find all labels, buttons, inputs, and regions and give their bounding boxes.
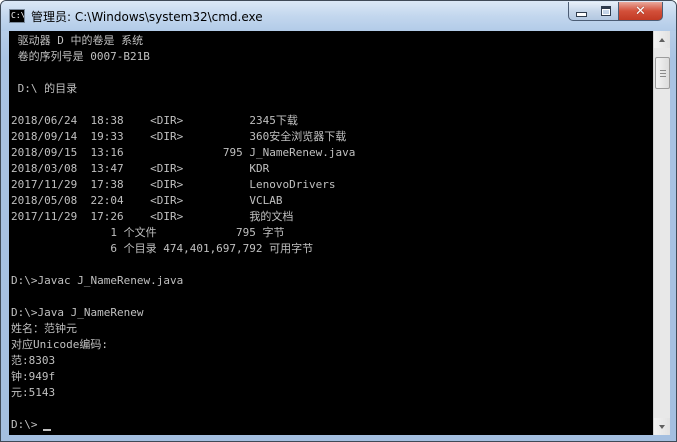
text-cursor	[43, 429, 51, 431]
window-title: 管理员: C:\Windows\system32\cmd.exe	[31, 10, 263, 24]
console-line: 卷的序列号是 0007-B21B	[11, 50, 150, 63]
scroll-down-button[interactable]	[654, 418, 670, 435]
prompt-line: D:\>	[11, 418, 38, 431]
maximize-icon	[600, 6, 611, 16]
grip-icon	[659, 75, 666, 77]
console-line: 2018/05/08 22:04 <DIR> VCLAB	[11, 194, 283, 207]
close-icon: ✕	[635, 3, 646, 19]
console-line: 姓名：范钟元	[11, 322, 77, 335]
console-line: 1 个文件 795 字节	[11, 226, 285, 239]
console-line: 2018/09/15 13:16 795 J_NameRenew.java	[11, 146, 356, 159]
vertical-scrollbar[interactable]	[653, 31, 670, 435]
cmd-icon[interactable]: C:\	[9, 9, 25, 23]
console-line: D:\>Java J_NameRenew	[11, 306, 144, 319]
minimize-button[interactable]	[568, 2, 594, 21]
console-line: 2018/09/14 19:33 <DIR> 360安全浏览器下载	[11, 130, 347, 143]
grip-icon	[659, 69, 666, 71]
console-line: D:\>Javac J_NameRenew.java	[11, 274, 184, 287]
console-line: 驱动器 D 中的卷是 系统	[11, 34, 144, 47]
console-line: 2018/03/08 13:47 <DIR> KDR	[11, 162, 270, 175]
console-line: 对应Unicode编码:	[11, 338, 108, 351]
scroll-up-button[interactable]	[654, 31, 670, 48]
console-line: 2017/11/29 17:38 <DIR> LenovoDrivers	[11, 178, 336, 191]
console-line: 范:8303	[11, 354, 56, 367]
scroll-thumb[interactable]	[655, 57, 670, 89]
cmd-window: C:\ 管理员: C:\Windows\system32\cmd.exe ✕ 驱…	[0, 0, 677, 442]
console-line: 钟:949f	[11, 370, 56, 383]
arrow-up-icon	[659, 37, 665, 42]
close-button[interactable]: ✕	[619, 2, 663, 21]
arrow-down-icon	[659, 424, 665, 429]
console-line: 2018/06/24 18:38 <DIR> 2345下载	[11, 114, 298, 127]
console-line: 2017/11/29 17:26 <DIR> 我的文档	[11, 210, 294, 223]
console-line: 元:5143	[11, 386, 56, 399]
console-output[interactable]: 驱动器 D 中的卷是 系统 卷的序列号是 0007-B21B D:\ 的目录 2…	[9, 31, 653, 435]
maximize-button[interactable]	[593, 2, 619, 21]
console-line: D:\ 的目录	[11, 82, 78, 95]
grip-icon	[659, 72, 666, 74]
console-line: 6 个目录 474,401,697,792 可用字节	[11, 242, 314, 255]
minimize-icon	[575, 12, 587, 17]
title-bar[interactable]: C:\ 管理员: C:\Windows\system32\cmd.exe ✕	[1, 1, 676, 31]
